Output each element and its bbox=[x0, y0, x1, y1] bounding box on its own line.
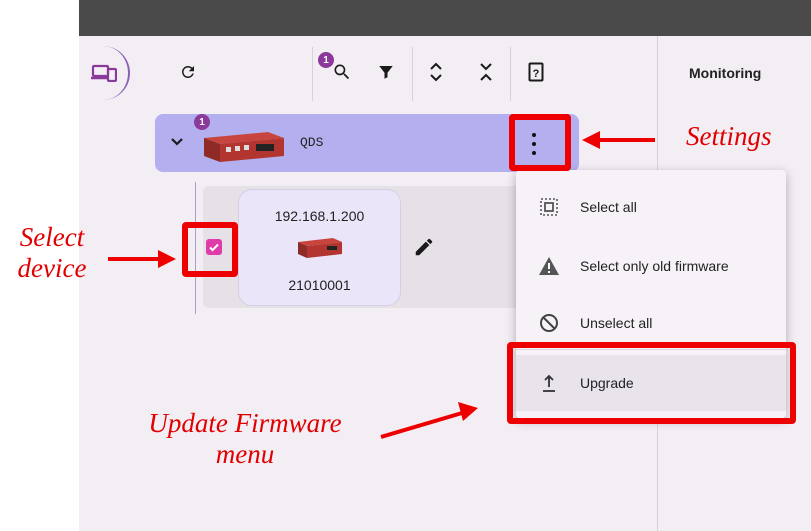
arrow-to-upgrade bbox=[380, 402, 478, 439]
arrow-to-settings bbox=[582, 131, 655, 149]
arrow-to-checkbox bbox=[108, 250, 176, 268]
annotation-arrows bbox=[108, 131, 655, 439]
